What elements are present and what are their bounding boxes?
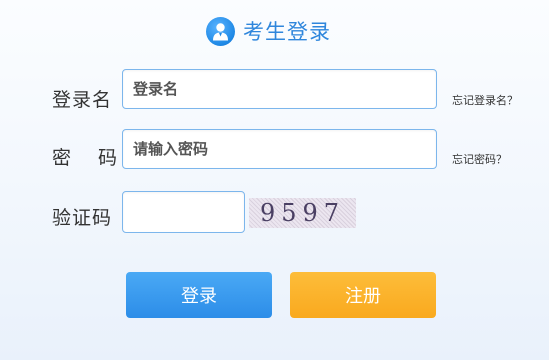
username-input[interactable] bbox=[122, 69, 437, 109]
captcha-label: 验证码 bbox=[52, 207, 113, 229]
page-title: 考生登录 bbox=[243, 20, 331, 44]
forgot-password-link[interactable]: 忘记密码？ bbox=[452, 151, 507, 167]
captcha-image[interactable]: 9597 bbox=[249, 198, 356, 228]
password-label: 密 码 bbox=[52, 147, 122, 169]
register-button[interactable]: 注册 bbox=[290, 272, 436, 318]
user-icon bbox=[206, 16, 235, 46]
password-input[interactable] bbox=[122, 129, 437, 169]
login-button[interactable]: 登录 bbox=[126, 272, 272, 318]
login-header: 考生登录 bbox=[206, 14, 331, 48]
forgot-username-link[interactable]: 忘记登录名？ bbox=[452, 92, 518, 108]
username-label: 登录名 bbox=[52, 89, 113, 111]
captcha-input[interactable] bbox=[122, 191, 245, 233]
